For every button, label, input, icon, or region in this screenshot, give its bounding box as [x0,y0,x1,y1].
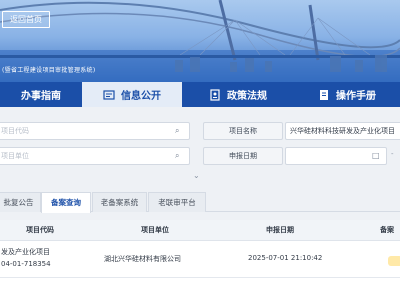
project-code-input[interactable]: 项目代码 ⌕ [0,122,190,140]
nav-label-info: 信息公开 [121,91,161,102]
tab-record-query[interactable]: 备案查询 [41,192,91,213]
tab-old-record-system[interactable]: 老备案系统 [92,192,147,212]
system-subtitle: (暨省工程建设项目审批管理系统) [2,67,96,74]
row-project-name: 发及产业化项目 [1,248,50,256]
calendar-icon: □ [372,151,380,160]
header-banner: 返回首页 (暨省工程建设项目审批管理系统) [0,0,400,82]
tab-old-review-platform[interactable]: 老联审平台 [148,192,206,212]
policy-icon [210,88,220,101]
nav-label-manual: 操作手册 [336,91,376,102]
row-project-code: 04-01-718354 [1,260,51,268]
col-project-code: 项目代码 [26,226,54,234]
nav-label-policy: 政策法规 [227,91,267,102]
nav-item-policy[interactable]: 政策法规 [182,82,294,107]
nav-item-info[interactable]: 信息公开 [82,82,182,107]
date-separator: - [391,150,394,158]
nav-item-manual[interactable]: 操作手册 [294,82,400,107]
manual-icon [320,89,328,100]
tab-approval-notice[interactable]: 批复公告 [0,192,41,212]
main-nav: 办事指南 信息公开 政策法规 操作手册 [0,82,400,107]
project-name-input[interactable]: 兴华硅材料科技研发及产业化项目 [285,122,400,140]
info-icon [103,89,115,100]
col-record: 备案 [380,226,394,234]
table-row[interactable]: 发及产业化项目 04-01-718354 湖北兴华硅材料有限公司 2025-07… [0,242,400,278]
declare-date-label: 申报日期 [203,147,283,165]
back-home-button[interactable]: 返回首页 [2,11,50,28]
search-icon: ⌕ [175,151,180,160]
result-tabs: 批复公告 备案查询 老备案系统 老联审平台 [0,192,400,213]
row-project-unit: 湖北兴华硅材料有限公司 [104,255,181,263]
collapse-chevron-icon[interactable]: ⌄ [193,172,203,180]
status-badge [388,256,400,266]
page: 返回首页 (暨省工程建设项目审批管理系统) 办事指南 信息公开 政策法规 操作手… [0,0,400,300]
project-code-placeholder: 项目代码 [1,127,29,135]
nav-label-guide: 办事指南 [21,91,61,102]
row-declare-date: 2025-07-01 21:10:42 [248,254,323,262]
project-unit-placeholder: 项目单位 [1,152,29,160]
table-header: 项目代码 项目单位 申报日期 备案 [0,220,400,241]
date-start-input[interactable]: □ [285,147,387,165]
col-project-unit: 项目单位 [141,226,169,234]
nav-item-guide[interactable]: 办事指南 [0,82,82,107]
search-icon: ⌕ [175,126,180,135]
col-declare-date: 申报日期 [266,226,294,234]
results-table: 项目代码 项目单位 申报日期 备案 发及产业化项目 04-01-718354 湖… [0,220,400,300]
project-name-label: 项目名称 [203,122,283,140]
project-unit-input[interactable]: 项目单位 ⌕ [0,147,190,165]
